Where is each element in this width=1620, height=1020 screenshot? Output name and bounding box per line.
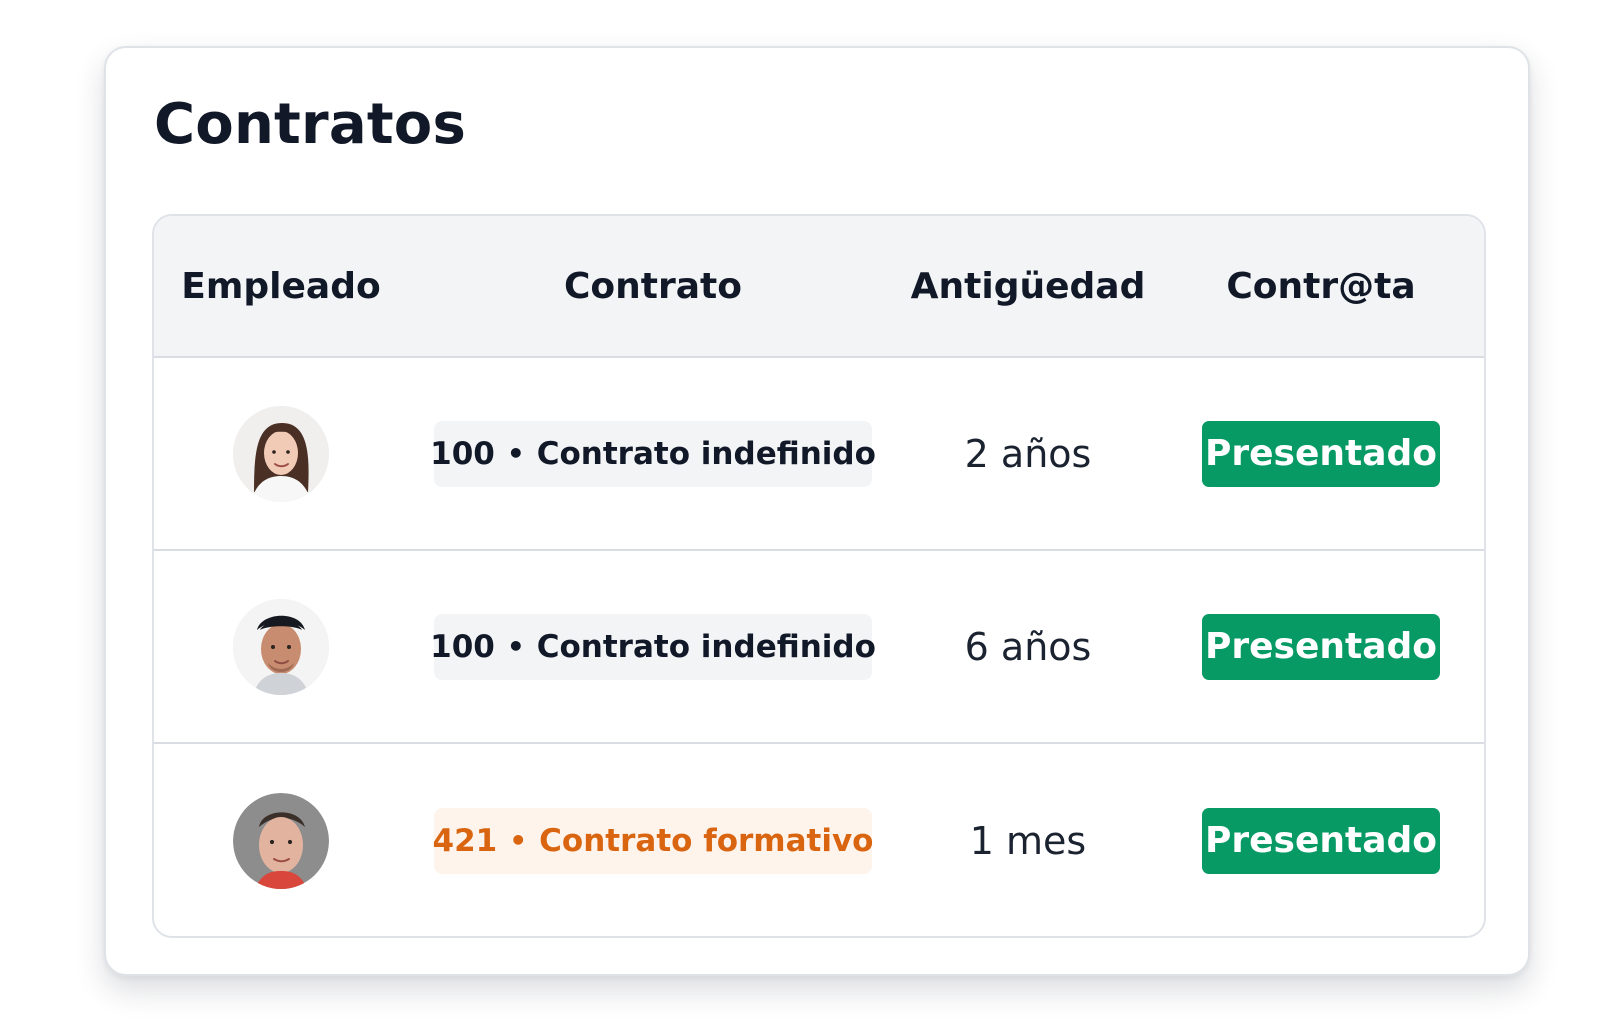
contract-tag: 100 • Contrato indefinido: [430, 613, 876, 680]
employee-avatar: [233, 792, 329, 889]
column-header-employee: Empleado: [181, 265, 381, 307]
card-title: Contratos: [154, 92, 466, 157]
column-header-contract: Contrato: [564, 265, 742, 307]
contract-code: 100: [430, 628, 495, 665]
contracts-table: Empleado Contrato Antigüedad Contr@ta 10…: [152, 214, 1486, 938]
table-row[interactable]: 100 • Contrato indefinido 2 años Present…: [154, 358, 1484, 551]
contract-type: Contrato indefinido: [536, 628, 876, 665]
contract-type: Contrato indefinido: [536, 435, 876, 472]
status-cell: Presentado: [1158, 358, 1484, 549]
column-header-status: Contr@ta: [1226, 265, 1416, 307]
status-badge: Presentado: [1202, 420, 1440, 487]
contracts-card: Contratos Empleado Contrato Antigüedad C…: [104, 46, 1530, 976]
employee-avatar: [233, 598, 329, 695]
status-cell: Presentado: [1158, 744, 1484, 936]
contract-cell: 100 • Contrato indefinido: [408, 358, 898, 549]
contract-separator: •: [509, 823, 528, 857]
contract-type: Contrato formativo: [539, 822, 874, 859]
seniority-value: 1 mes: [969, 818, 1087, 863]
contract-code: 100: [430, 435, 495, 472]
seniority-cell: 2 años: [898, 358, 1158, 549]
contract-tag: 100 • Contrato indefinido: [430, 420, 876, 487]
status-cell: Presentado: [1158, 551, 1484, 742]
column-header-seniority: Antigüedad: [910, 265, 1146, 307]
seniority-cell: 6 años: [898, 551, 1158, 742]
seniority-value: 2 años: [964, 431, 1092, 476]
contract-cell: 421 • Contrato formativo: [408, 744, 898, 936]
seniority-cell: 1 mes: [898, 744, 1158, 936]
employee-cell: [154, 744, 408, 936]
employee-cell: [154, 551, 408, 742]
table-header-row: Empleado Contrato Antigüedad Contr@ta: [154, 216, 1484, 358]
contract-separator: •: [506, 436, 525, 470]
employee-avatar: [233, 405, 329, 502]
employee-cell: [154, 358, 408, 549]
seniority-value: 6 años: [964, 624, 1092, 669]
table-row[interactable]: 100 • Contrato indefinido 6 años Present…: [154, 551, 1484, 744]
contract-separator: •: [506, 629, 525, 663]
contract-cell: 100 • Contrato indefinido: [408, 551, 898, 742]
status-badge: Presentado: [1202, 807, 1440, 874]
status-badge: Presentado: [1202, 613, 1440, 680]
contract-code: 421: [432, 822, 498, 859]
contract-tag: 421 • Contrato formativo: [432, 807, 874, 874]
table-row[interactable]: 421 • Contrato formativo 1 mes Presentad…: [154, 744, 1484, 936]
